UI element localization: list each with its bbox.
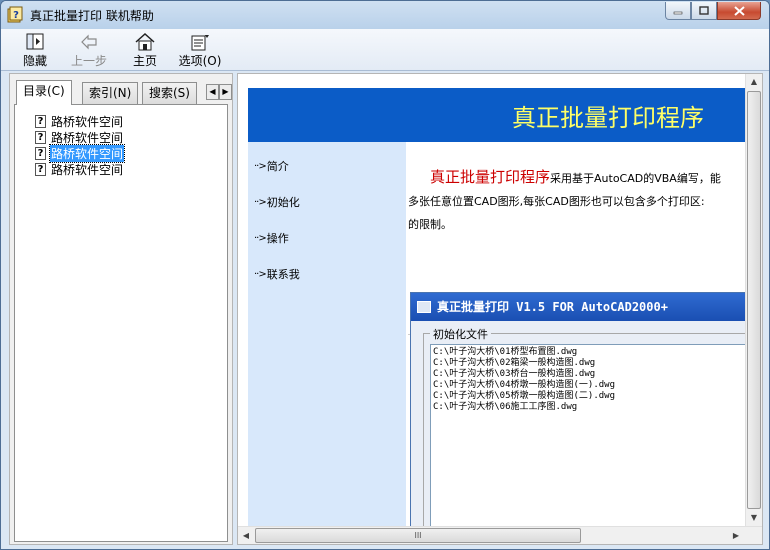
- content-pane: 真正批量打印程序 ··> 简介 ··> 初始化 ··> 操作 ··> 联系我 真…: [237, 73, 763, 545]
- nav-link-operate[interactable]: ··> 操作: [254, 230, 289, 246]
- options-label: 选项(O): [178, 54, 222, 68]
- tab-scroll-right-button[interactable]: ▶: [219, 84, 232, 100]
- scroll-left-button[interactable]: ◀: [238, 528, 254, 544]
- contents-tree-panel: ? 路桥软件空间 ? 路桥软件空间 ? 路桥软件空间 ? 路桥软件空间: [14, 104, 228, 542]
- minimize-icon: [673, 11, 683, 14]
- close-icon: [733, 5, 745, 16]
- tree-item-selected[interactable]: ? 路桥软件空间: [35, 143, 126, 163]
- home-label: 主页: [132, 54, 157, 68]
- options-button[interactable]: 选项(O): [177, 32, 223, 70]
- intro-heading: 真正批量打印程序: [430, 168, 551, 186]
- maximize-button[interactable]: [691, 2, 717, 20]
- intro-text-2: 多张任意位置CAD图形,每张CAD图形也可以包含多个打印区:: [408, 195, 705, 208]
- hide-label: 隐藏: [22, 54, 47, 68]
- back-label: 上一步: [70, 54, 107, 68]
- nav-link-label: 联系我: [266, 268, 300, 281]
- arrow-icon: ··>: [254, 160, 267, 172]
- help-topic-icon: ?: [35, 162, 46, 176]
- app-title: 真正批量打印 V1.5 FOR AutoCAD2000+: [437, 300, 668, 314]
- contents-tree: ? 路桥软件空间 ? 路桥软件空间 ? 路桥软件空间 ? 路桥软件空间: [35, 113, 126, 177]
- arrow-icon: ··>: [254, 268, 267, 280]
- home-button[interactable]: 主页: [125, 32, 165, 70]
- list-item: C:\叶子沟大桥\03桥台一般构造图.dwg: [433, 369, 596, 379]
- app-screenshot: 真正批量打印 V1.5 FOR AutoCAD2000+ 初始化文件 C:\叶子…: [410, 292, 746, 526]
- back-arrow-icon: [81, 34, 97, 50]
- init-file-group: 初始化文件 C:\叶子沟大桥\01桥型布置图.dwg C:\叶子沟大桥\02箱梁…: [423, 326, 746, 526]
- printer-icon: [417, 301, 431, 313]
- nav-link-label: 简介: [266, 160, 289, 173]
- list-item: C:\叶子沟大桥\06施工工序图.dwg: [433, 402, 578, 412]
- tab-contents[interactable]: 目录(C): [16, 80, 72, 105]
- tab-search[interactable]: 搜索(S): [142, 82, 197, 104]
- nav-link-intro[interactable]: ··> 简介: [254, 158, 289, 174]
- app-title-bar: 真正批量打印 V1.5 FOR AutoCAD2000+: [411, 293, 746, 321]
- hide-button[interactable]: 隐藏: [15, 32, 55, 70]
- help-topic-icon: ?: [35, 114, 46, 128]
- hide-pane-icon: [26, 33, 44, 50]
- help-window: ? 真正批量打印 联机帮助 隐藏 上一步 主页 选项(O) 目录(C) 索引(N…: [0, 0, 770, 550]
- scroll-right-button[interactable]: ▶: [728, 528, 744, 544]
- tree-item[interactable]: ? 路桥软件空间: [35, 113, 124, 129]
- list-item: C:\叶子沟大桥\02箱梁一般构造图.dwg: [433, 358, 596, 368]
- back-button[interactable]: 上一步: [69, 32, 109, 70]
- list-item: C:\叶子沟大桥\01桥型布置图.dwg: [433, 347, 578, 357]
- scroll-down-button[interactable]: ▼: [746, 510, 762, 526]
- minimize-button[interactable]: [665, 2, 691, 20]
- help-book-icon: ?: [7, 6, 23, 23]
- horizontal-scrollbar[interactable]: ◀ III ▶: [238, 526, 762, 544]
- horizontal-scroll-thumb[interactable]: III: [255, 528, 581, 543]
- vertical-scrollbar[interactable]: ▲ ▼: [745, 74, 762, 526]
- maximize-icon: [699, 6, 709, 15]
- options-icon: [191, 35, 209, 51]
- window-title: 真正批量打印 联机帮助: [30, 9, 154, 23]
- home-icon: [135, 32, 155, 51]
- nav-link-label: 操作: [266, 232, 289, 245]
- tree-item-label: 路桥软件空间: [48, 143, 126, 163]
- close-button[interactable]: [717, 2, 761, 20]
- list-item: C:\叶子沟大桥\05桥墩一般构造图(二).dwg: [433, 391, 616, 401]
- banner-title: 真正批量打印程序: [512, 104, 704, 132]
- title-bar[interactable]: ? 真正批量打印 联机帮助: [1, 1, 769, 29]
- group-label: 初始化文件: [430, 326, 491, 342]
- intro-text-3: 的限制。: [408, 218, 452, 231]
- tree-item[interactable]: ? 路桥软件空间: [35, 129, 124, 145]
- scroll-up-button[interactable]: ▲: [746, 74, 762, 90]
- arrow-icon: ··>: [254, 196, 267, 208]
- tree-item-label: 路桥软件空间: [51, 114, 124, 129]
- nav-link-contact[interactable]: ··> 联系我: [254, 266, 300, 282]
- page-banner: 真正批量打印程序: [248, 88, 746, 142]
- intro-paragraph: 真正批量打印程序采用基于AutoCAD的VBA编写，能 多张任意位置CAD图形,…: [408, 166, 746, 236]
- tab-index[interactable]: 索引(N): [82, 82, 139, 104]
- tab-scroll-left-button[interactable]: ◀: [206, 84, 219, 100]
- nav-link-label: 初始化: [266, 196, 300, 209]
- help-page: 真正批量打印程序 ··> 简介 ··> 初始化 ··> 操作 ··> 联系我 真…: [238, 74, 746, 526]
- intro-text-1: 采用基于AutoCAD的VBA编写，能: [550, 172, 721, 185]
- list-item: C:\叶子沟大桥\04桥墩一般构造图(一).dwg: [433, 380, 616, 390]
- help-topic-icon: ?: [35, 146, 46, 160]
- nav-tabs: 目录(C) 索引(N) 搜索(S) ◀ ▶: [14, 80, 232, 105]
- tree-item-label: 路桥软件空间: [51, 130, 124, 145]
- arrow-icon: ··>: [254, 232, 267, 244]
- svg-text:?: ?: [13, 10, 19, 21]
- page-nav: ··> 简介 ··> 初始化 ··> 操作 ··> 联系我: [248, 142, 406, 526]
- vertical-scroll-thumb[interactable]: [747, 91, 761, 509]
- file-list: C:\叶子沟大桥\01桥型布置图.dwg C:\叶子沟大桥\02箱梁一般构造图.…: [430, 344, 746, 526]
- navigation-pane: 目录(C) 索引(N) 搜索(S) ◀ ▶ ? 路桥软件空间 ? 路桥软件空间 …: [9, 73, 233, 545]
- tree-item-label: 路桥软件空间: [51, 162, 124, 177]
- nav-link-init[interactable]: ··> 初始化: [254, 194, 300, 210]
- tree-item[interactable]: ? 路桥软件空间: [35, 161, 124, 177]
- toolbar: 隐藏 上一步 主页 选项(O): [1, 29, 769, 71]
- help-topic-icon: ?: [35, 130, 46, 144]
